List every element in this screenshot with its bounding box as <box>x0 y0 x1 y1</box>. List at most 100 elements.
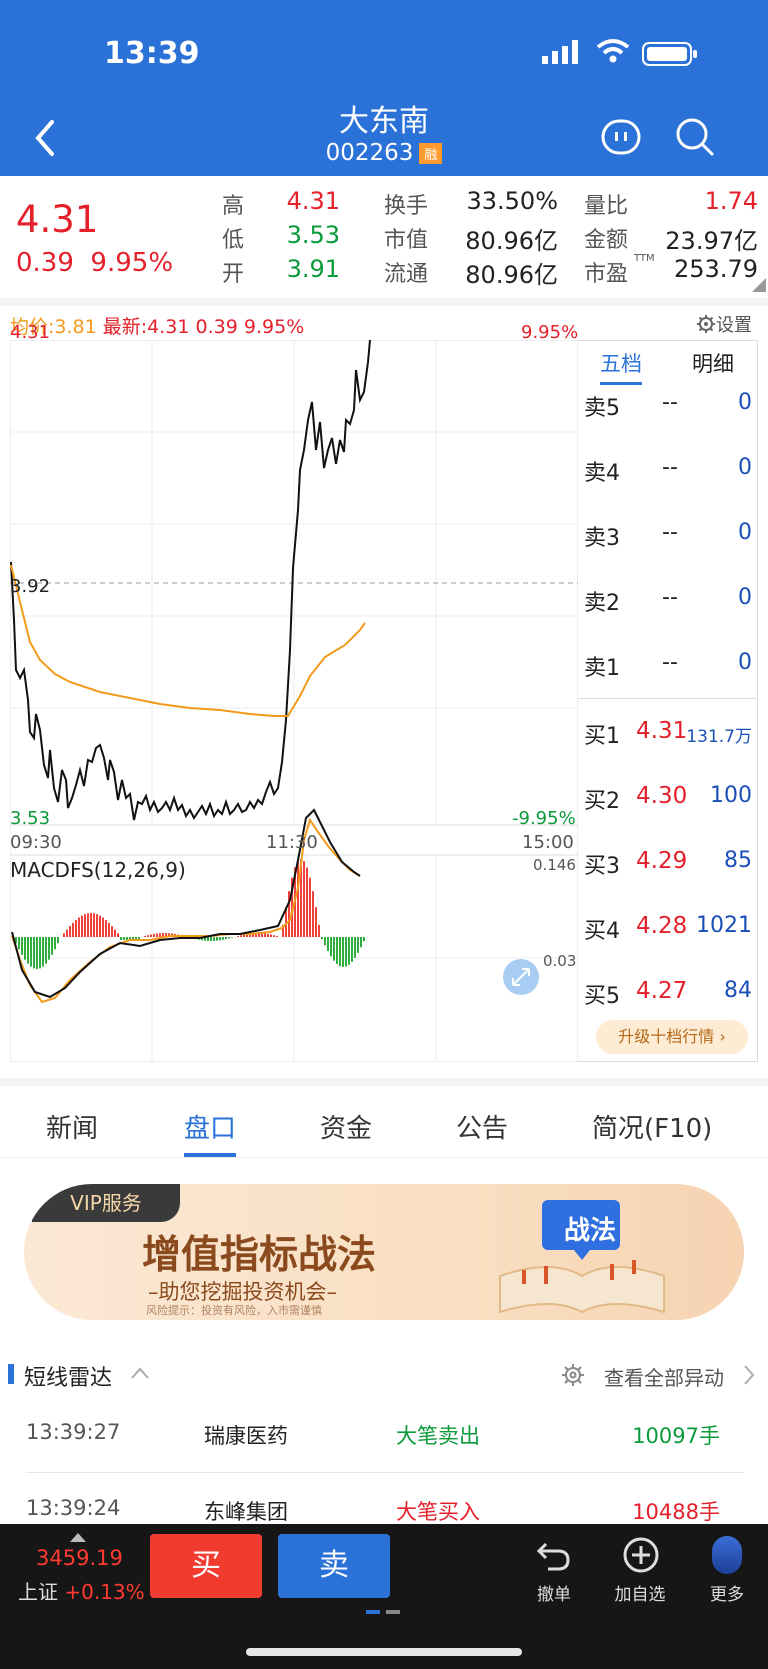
buy-button[interactable]: 买 <box>150 1534 262 1598</box>
orderbook-price: -- <box>662 390 678 415</box>
chart-legend: 均价:3.81 最新:4.31 0.39 9.95% <box>10 312 304 339</box>
quote-label: 金额 <box>584 228 629 253</box>
macd-bar <box>270 934 272 937</box>
macd-bar <box>321 937 323 940</box>
orderbook-label: 买2 <box>584 789 620 814</box>
radar-action: 大笔卖出 <box>396 1424 480 1448</box>
time-label-mid: 11:30 <box>266 832 318 853</box>
home-indicator <box>246 1648 522 1656</box>
radar-action: 大笔买入 <box>396 1500 480 1524</box>
orderbook-divider <box>578 698 758 699</box>
macd-bar <box>21 937 23 955</box>
macd-bar <box>318 924 320 937</box>
expand-button[interactable] <box>503 959 539 995</box>
bottom-bar: 3459.19 上证 +0.13% 买 卖 撤单 加自选 更多 <box>0 1524 768 1669</box>
macd-bar <box>144 935 146 937</box>
macd-bar <box>228 937 230 939</box>
macd-bar <box>309 877 311 937</box>
settings-button[interactable]: 设置 <box>696 311 752 337</box>
macd-bar <box>210 937 212 941</box>
macd-bar <box>117 933 119 937</box>
orderbook-label: 买5 <box>584 984 620 1009</box>
quote-value: 3.91 <box>286 255 340 283</box>
radar-time: 13:39:27 <box>26 1420 121 1444</box>
macd-bar <box>45 937 47 964</box>
macd-bar <box>33 937 35 969</box>
orderbook-price: -- <box>662 455 678 480</box>
index-info[interactable]: 上证 +0.13% <box>18 1576 145 1605</box>
quote-value: 80.96亿 <box>465 261 558 289</box>
tab-detail[interactable]: 明细 <box>692 348 734 378</box>
quote-value: 3.53 <box>286 221 340 249</box>
macd-bar <box>354 937 356 958</box>
tab-news[interactable]: 新闻 <box>46 1108 98 1145</box>
macd-bar <box>231 937 233 938</box>
macd-bar <box>345 937 347 967</box>
macd-bar <box>213 937 215 941</box>
macd-bar <box>357 937 359 953</box>
intraday-chart[interactable] <box>10 340 578 1062</box>
macd-bar <box>312 891 314 937</box>
undo-label[interactable]: 撤单 <box>519 1580 589 1605</box>
macd-bar <box>156 933 158 937</box>
macd-bar <box>306 867 308 937</box>
undo-icon[interactable] <box>536 1538 572 1574</box>
app-header: 13:39 大东南 002263 融 <box>0 0 768 176</box>
index-value[interactable]: 3459.19 <box>36 1546 123 1570</box>
add-watchlist-label[interactable]: 加自选 <box>605 1580 675 1605</box>
gear-icon[interactable] <box>560 1362 586 1388</box>
macd-label: MACDFS(12,26,9) <box>10 858 186 882</box>
latest-price: 最新:4.31 <box>102 316 190 338</box>
orderbook-volume: 0 <box>738 520 752 545</box>
radar-stock[interactable]: 东峰集团 <box>204 1496 288 1526</box>
macd-mid-value: 0.03 <box>543 952 577 970</box>
latest-chg: 0.39 <box>195 316 238 338</box>
more-label[interactable]: 更多 <box>692 1580 762 1605</box>
search-icon[interactable] <box>674 116 716 158</box>
chevron-right-icon[interactable] <box>742 1364 756 1386</box>
quote-value: 4.31 <box>286 187 340 215</box>
orderbook-volume: 84 <box>724 978 752 1003</box>
sell-button[interactable]: 卖 <box>278 1534 390 1598</box>
macd-bar <box>105 920 107 937</box>
gear-icon <box>697 315 715 333</box>
macd-bar <box>108 922 110 937</box>
ttm-mark: TTM <box>634 253 655 264</box>
price-change: 0.39 9.95% <box>16 248 173 278</box>
row-divider <box>26 1472 744 1473</box>
upgrade-button[interactable]: 升级十档行情 › <box>596 1020 748 1054</box>
tab-f10[interactable]: 简况(F10) <box>592 1108 712 1145</box>
macd-bar <box>216 937 218 941</box>
view-all-link[interactable]: 查看全部异动 <box>604 1362 724 1391</box>
macd-bar <box>90 913 92 937</box>
macd-bar <box>75 920 77 937</box>
more-icon[interactable] <box>712 1536 742 1574</box>
tab-funds[interactable]: 资金 <box>320 1108 372 1145</box>
macd-bar <box>159 933 161 937</box>
orderbook-label: 买3 <box>584 854 620 879</box>
tab-announcement[interactable]: 公告 <box>456 1108 508 1145</box>
chevron-up-icon[interactable] <box>130 1366 150 1380</box>
add-watchlist-icon[interactable] <box>622 1536 660 1574</box>
radar-quantity: 10097手 <box>632 1424 720 1448</box>
macd-bar <box>225 937 227 940</box>
macd-bar <box>120 937 122 940</box>
tab-five-levels[interactable]: 五档 <box>600 348 642 385</box>
macd-bar <box>27 937 29 964</box>
macd-bar <box>81 915 83 937</box>
quote-value: 23.97亿 <box>665 227 758 255</box>
orderbook-label: 买1 <box>584 724 620 749</box>
index-name: 上证 <box>18 1580 58 1604</box>
settings-label: 设置 <box>716 315 752 336</box>
chart-top-pct: 9.95% <box>521 322 579 343</box>
robot-icon[interactable] <box>600 116 642 158</box>
radar-stock[interactable]: 瑞康医药 <box>204 1420 288 1450</box>
tab-pankou[interactable]: 盘口 <box>184 1108 237 1157</box>
macd-bar <box>303 861 305 937</box>
vip-banner[interactable]: VIP服务 增值指标战法 –助您挖掘投资机会– 风险提示：投资有风险，入市需谨慎… <box>24 1184 744 1320</box>
orderbook-volume: 85 <box>724 848 752 873</box>
macd-bar <box>30 937 32 967</box>
stock-code: 002263 融 <box>0 140 768 166</box>
quote-value: 80.96亿 <box>465 227 558 255</box>
orderbook-price: -- <box>662 650 678 675</box>
